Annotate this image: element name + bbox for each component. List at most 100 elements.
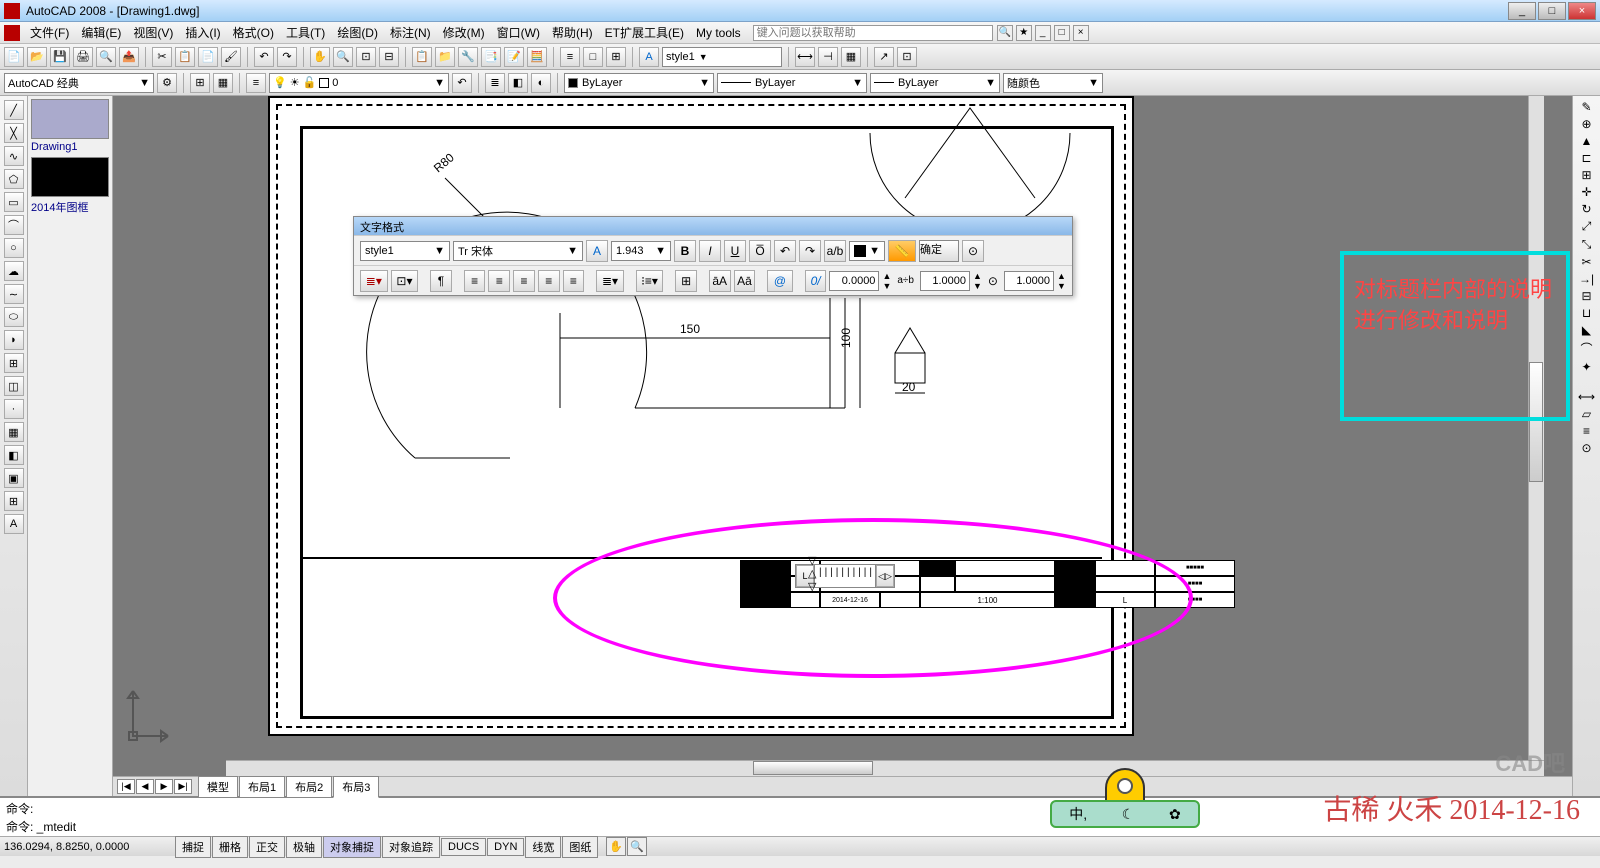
publish-icon[interactable]: 📤 [119,47,139,67]
lineweight-dropdown[interactable]: ByLayer▼ [870,73,1000,93]
save-icon[interactable]: 💾 [50,47,70,67]
block-make-icon[interactable]: ◫ [4,376,24,396]
ref-icon[interactable]: ⊡ [897,47,917,67]
insert-icon[interactable]: ⊞ [4,353,24,373]
color-dropdown[interactable]: ByLayer▼ [564,73,714,93]
paper-toggle[interactable]: 图纸 [562,836,598,858]
offset-icon[interactable]: ⊏ [1581,151,1591,165]
spline-icon[interactable]: ∼ [4,284,24,304]
te-color-dropdown[interactable]: ▼ [849,241,885,261]
xline-icon[interactable]: ╳ [4,123,24,143]
overline-button[interactable]: O̅ [749,240,771,262]
tp-icon[interactable]: 🔧 [458,47,478,67]
menu-edit[interactable]: 编辑(E) [75,22,127,43]
copy-tool-icon[interactable]: ⊕ [1581,117,1591,131]
te-height-dropdown[interactable]: 1.943▼ [611,241,671,261]
zoom-win-icon[interactable]: ⊡ [356,47,376,67]
pline-icon[interactable]: ∿ [4,146,24,166]
menu-mytools[interactable]: My tools [690,24,747,42]
doc-min-icon[interactable]: _ [1035,25,1051,41]
dim-icon[interactable]: ⟷ [795,47,815,67]
layers-states-icon[interactable]: ≣ [485,73,505,93]
align-center-icon[interactable]: ≡ [488,270,510,292]
drawing-canvas[interactable]: 150 100 R80 20 [113,96,1572,796]
redo-icon[interactable]: ↷ [277,47,297,67]
polar-toggle[interactable]: 极轴 [286,836,322,858]
menu-help[interactable]: 帮助(H) [546,22,599,43]
menu-dimension[interactable]: 标注(N) [384,22,437,43]
oblique-input[interactable] [829,271,879,291]
minion-widget[interactable]: 中, ☾ ✿ [1050,768,1200,828]
ws-settings-icon[interactable]: ⚙ [157,73,177,93]
lowercase-icon[interactable]: Aā [734,270,756,292]
ime-label[interactable]: 中, [1069,804,1087,824]
ruler-width-icon[interactable]: ◁▷ [876,565,894,587]
align-justify-icon[interactable]: ≡ [538,270,560,292]
table-icon[interactable]: ▦ [841,47,861,67]
maximize-button[interactable]: □ [1538,2,1566,20]
region-icon[interactable]: ▣ [4,468,24,488]
status-pan-icon[interactable]: ✋ [606,837,626,856]
menu-modify[interactable]: 修改(M) [437,22,491,43]
coordinates[interactable]: 136.0294, 8.8250, 0.0000 [4,841,174,853]
field-icon[interactable]: ⊞ [675,270,697,292]
spin-up-icon[interactable]: ▲ [882,271,891,281]
vertical-scrollbar[interactable] [1528,96,1544,760]
mtext-icon[interactable]: A [4,514,24,534]
otrack-toggle[interactable]: 对象追踪 [382,836,440,858]
te-undo-icon[interactable]: ↶ [774,240,796,262]
tab-first-icon[interactable]: |◀ [117,779,135,794]
tab-layout3[interactable]: 布局3 [333,776,379,798]
ellipse-icon[interactable]: ⬭ [4,307,24,327]
layer-mgr-icon[interactable]: ≡ [246,73,266,93]
rotate-icon[interactable]: ↻ [1581,202,1591,216]
stack-icon[interactable]: a/b [824,240,846,262]
minimize-button[interactable]: _ [1508,2,1536,20]
area-icon[interactable]: ▱ [1582,407,1591,421]
new-icon[interactable]: 📄 [4,47,24,67]
te-font-dropdown[interactable]: Tr 宋体▼ [453,241,583,261]
numbering-icon[interactable]: ⁝≡▾ [636,270,664,292]
calc-icon[interactable]: 🧮 [527,47,547,67]
horizontal-scrollbar[interactable] [226,760,1544,776]
help-search-input[interactable] [753,25,993,41]
status-zoom-icon[interactable]: 🔍 [627,837,647,856]
linetype-dropdown[interactable]: ByLayer▼ [717,73,867,93]
ws-grid-icon[interactable]: ⊞ [190,73,210,93]
list-icon[interactable]: ≡ [1583,424,1590,438]
annot-scale-icon[interactable]: A [586,240,608,262]
frame2014-label[interactable]: 2014年图框 [31,199,109,215]
italic-button[interactable]: I [699,240,721,262]
drawing1-label[interactable]: Drawing1 [31,141,109,153]
props-icon[interactable]: 📋 [412,47,432,67]
arc-icon[interactable]: ⌒ [4,215,24,235]
columns-icon[interactable]: ≣▾ [360,270,388,292]
align-dist-icon[interactable]: ≡ [563,270,585,292]
ruler-scale[interactable] [814,565,876,587]
dist-icon[interactable]: ⟷ [1578,390,1595,404]
snap-toggle[interactable]: 捕捉 [175,836,211,858]
annot-a-icon[interactable]: A [639,47,659,67]
block-icon[interactable]: □ [583,47,603,67]
lwt-toggle[interactable]: 线宽 [525,836,561,858]
layer-prev-icon[interactable]: ↶ [452,73,472,93]
circle-icon[interactable]: ○ [4,238,24,258]
match-icon[interactable]: 🖌 [221,47,241,67]
grid-toggle[interactable]: 栅格 [212,836,248,858]
close-button[interactable]: × [1568,2,1596,20]
moon-icon[interactable]: ☾ [1122,806,1135,823]
options-icon[interactable]: ⊙ [962,240,984,262]
workspace-dropdown[interactable]: AutoCAD 经典▼ [4,73,154,93]
search-icon[interactable]: 🔍 [997,25,1013,41]
menu-format[interactable]: 格式(O) [227,22,280,43]
revcloud-icon[interactable]: ☁ [4,261,24,281]
menu-insert[interactable]: 插入(I) [179,22,226,43]
frame2014-thumbnail[interactable] [31,157,109,197]
spin-down-icon[interactable]: ▼ [882,281,891,291]
align-left-icon[interactable]: ≡ [464,270,486,292]
hatch-icon[interactable]: ▦ [4,422,24,442]
ellipse-arc-icon[interactable]: ◗ [4,330,24,350]
gear-flower-icon[interactable]: ✿ [1169,806,1181,823]
oblique-icon[interactable]: 0/ [805,270,827,292]
paste-icon[interactable]: 📄 [198,47,218,67]
